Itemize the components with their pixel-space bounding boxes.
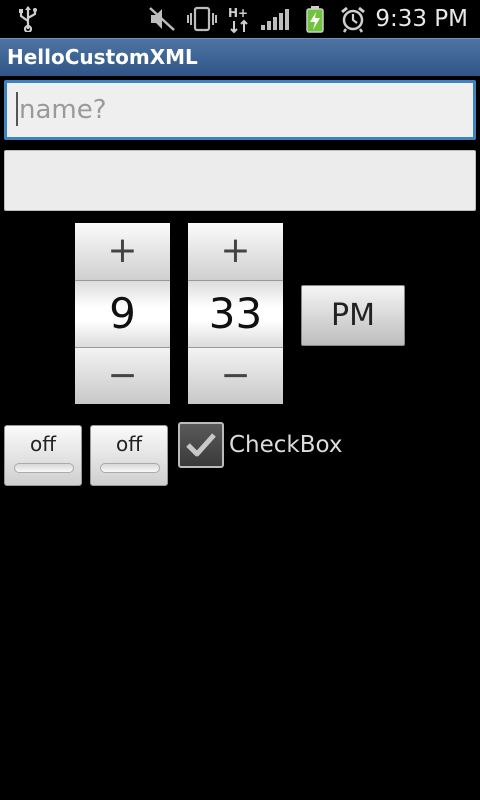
checkbox-label[interactable]: CheckBox [229, 422, 343, 468]
network-label: H+ [228, 6, 248, 20]
hspa-plus-icon: H+ [226, 0, 254, 38]
status-time: 9:33 PM [375, 6, 468, 32]
minute-decrement-button[interactable]: − [188, 347, 283, 404]
name-input[interactable]: name? [4, 80, 476, 140]
hour-picker: + 9 − [75, 223, 170, 404]
second-text-input[interactable] [4, 150, 476, 211]
ampm-toggle-button[interactable]: PM [301, 285, 405, 346]
toggle-label: off [115, 432, 142, 456]
checkbox[interactable] [178, 422, 224, 468]
text-cursor [16, 92, 18, 126]
name-input-placeholder: name? [19, 95, 107, 125]
minute-value[interactable]: 33 [188, 281, 283, 347]
minute-increment-button[interactable]: + [188, 223, 283, 281]
battery-charging-icon [302, 0, 328, 38]
toggle-button-1[interactable]: off [4, 425, 82, 486]
alarm-icon [338, 0, 368, 38]
app-title-bar: HelloCustomXML [0, 38, 480, 76]
minute-picker: + 33 − [188, 223, 283, 404]
mute-icon [147, 0, 177, 38]
status-bar: H+ 9:33 PM [0, 0, 480, 38]
app-title: HelloCustomXML [7, 45, 198, 69]
hour-value[interactable]: 9 [75, 281, 170, 347]
toggle-indicator [14, 463, 74, 473]
toggle-indicator [100, 463, 160, 473]
toggle-label: off [29, 432, 56, 456]
usb-icon [14, 0, 42, 38]
toggle-button-2[interactable]: off [90, 425, 168, 486]
checkmark-icon [186, 433, 216, 457]
vibrate-icon [185, 0, 219, 38]
hour-increment-button[interactable]: + [75, 223, 170, 281]
signal-icon [258, 0, 292, 38]
hour-decrement-button[interactable]: − [75, 347, 170, 404]
